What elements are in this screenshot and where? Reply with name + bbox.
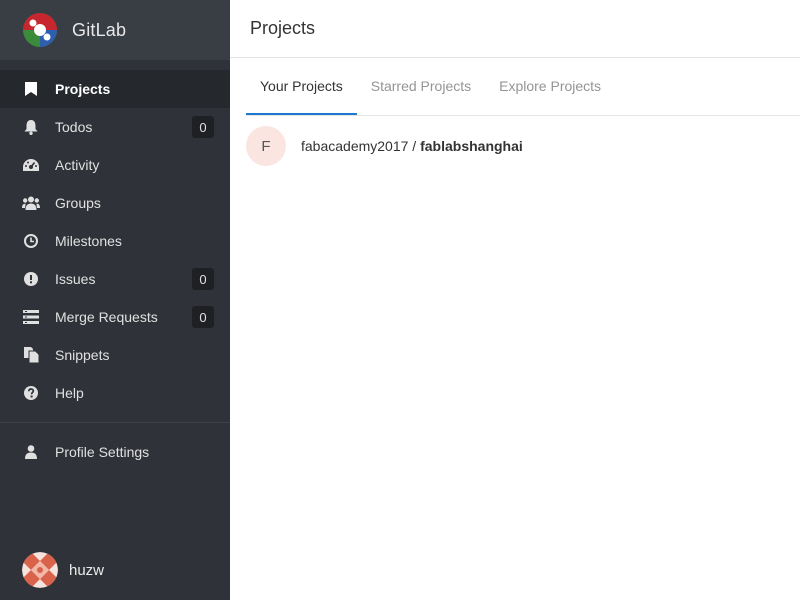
- sidebar-item-label: Snippets: [55, 347, 110, 363]
- users-icon: [22, 194, 40, 212]
- sidebar-item-label: Help: [55, 385, 84, 401]
- username[interactable]: huzw: [69, 562, 104, 579]
- project-avatar[interactable]: F: [246, 126, 286, 166]
- sidebar-item-label: Todos: [55, 119, 93, 135]
- sidebar-item-snippets[interactable]: Snippets: [0, 336, 230, 374]
- sidebar-item-issues[interactable]: Issues 0: [0, 260, 230, 298]
- page-title: Projects: [250, 18, 316, 38]
- project-namespace: fabacademy2017 /: [301, 138, 421, 154]
- sidebar-item-milestones[interactable]: Milestones: [0, 222, 230, 260]
- issues-count-badge: 0: [192, 268, 214, 290]
- app-title[interactable]: GitLab: [72, 20, 126, 41]
- bell-icon: [22, 118, 40, 136]
- current-user[interactable]: huzw: [0, 540, 230, 600]
- project-name: fablabshanghai: [420, 138, 523, 154]
- sidebar-item-projects[interactable]: Projects: [0, 70, 230, 108]
- files-icon: [22, 346, 40, 364]
- sidebar-item-help[interactable]: Help: [0, 374, 230, 412]
- sidebar-header: GitLab: [0, 0, 230, 60]
- sidebar-item-label: Activity: [55, 157, 100, 173]
- todos-count-badge: 0: [192, 116, 214, 138]
- sidebar-item-label: Profile Settings: [55, 444, 150, 460]
- question-circle-icon: [22, 384, 40, 402]
- sidebar-item-label: Issues: [55, 271, 96, 287]
- sidebar: GitLab Projects Todos 0 Activity Groups …: [0, 0, 230, 600]
- sidebar-divider: [0, 422, 230, 423]
- app-logo-icon[interactable]: [22, 12, 58, 48]
- user-icon: [22, 443, 40, 461]
- sidebar-item-todos[interactable]: Todos 0: [0, 108, 230, 146]
- merge-requests-count-badge: 0: [192, 306, 214, 328]
- clock-icon: [22, 232, 40, 250]
- sidebar-nav: Projects Todos 0 Activity Groups Milesto…: [0, 70, 230, 471]
- sidebar-item-label: Projects: [55, 81, 111, 97]
- tab-your-projects[interactable]: Your Projects: [246, 58, 357, 115]
- bookmark-icon: [22, 80, 40, 98]
- sidebar-item-profile-settings[interactable]: Profile Settings: [0, 433, 230, 471]
- project-list-item[interactable]: F fabacademy2017 / fablabshanghai: [246, 116, 800, 176]
- list-icon: [22, 308, 40, 326]
- exclamation-circle-icon: [22, 270, 40, 288]
- sidebar-item-label: Merge Requests: [55, 309, 158, 325]
- project-link[interactable]: fabacademy2017 / fablabshanghai: [301, 138, 523, 154]
- sidebar-item-groups[interactable]: Groups: [0, 184, 230, 222]
- sidebar-item-merge-requests[interactable]: Merge Requests 0: [0, 298, 230, 336]
- tab-starred-projects[interactable]: Starred Projects: [357, 58, 485, 115]
- project-tabs: Your Projects Starred Projects Explore P…: [246, 58, 800, 116]
- user-avatar[interactable]: [22, 552, 58, 588]
- sidebar-item-label: Groups: [55, 195, 101, 211]
- main-content: Projects Your Projects Starred Projects …: [230, 0, 800, 600]
- dashboard-icon: [22, 156, 40, 174]
- tab-explore-projects[interactable]: Explore Projects: [485, 58, 615, 115]
- sidebar-item-label: Milestones: [55, 233, 122, 249]
- page-header: Projects: [230, 0, 800, 58]
- sidebar-item-activity[interactable]: Activity: [0, 146, 230, 184]
